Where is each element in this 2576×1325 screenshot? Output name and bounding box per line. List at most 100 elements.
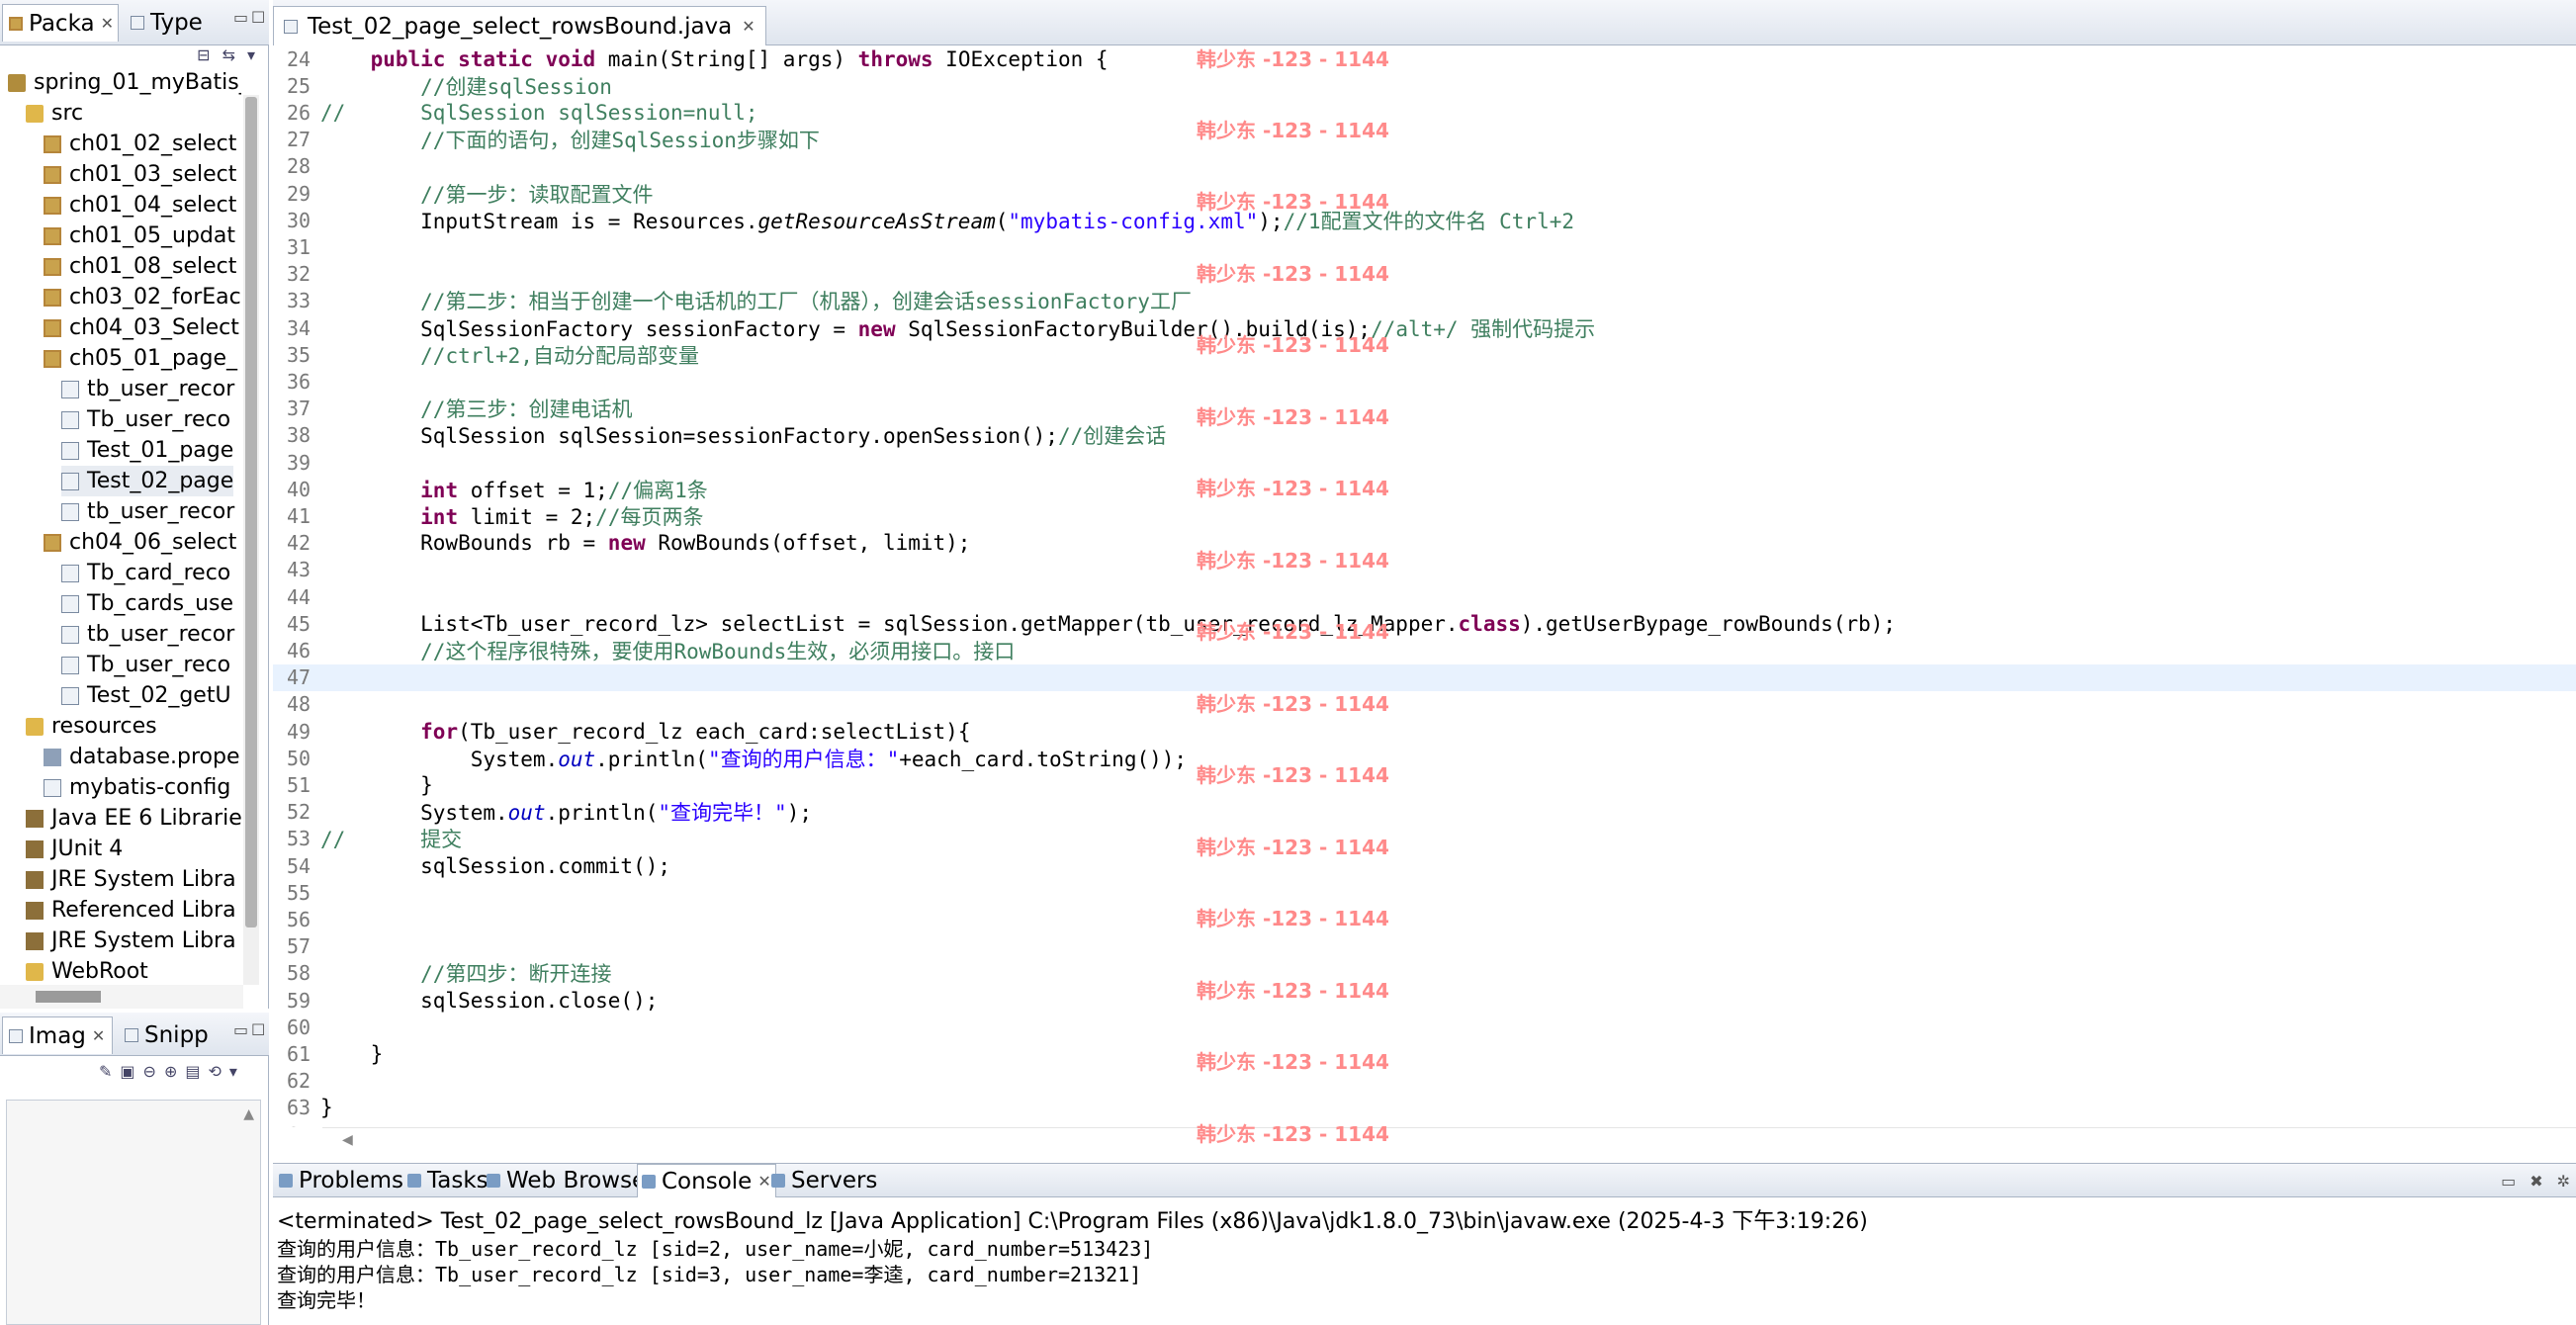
code-line[interactable]: 26 // SqlSession sqlSession=null; xyxy=(273,99,2576,126)
tree-item[interactable]: ch04_03_Select xyxy=(44,312,239,343)
zoom-out-icon[interactable]: ⊖ xyxy=(143,1062,156,1081)
tree-item[interactable]: tb_user_recor xyxy=(61,496,234,527)
code-line[interactable]: 37 //第三步：创建电话机 xyxy=(273,396,2576,422)
tab-package-explorer[interactable]: Packa ✕ xyxy=(2,4,119,42)
tree-item[interactable]: ch04_06_select xyxy=(44,527,236,558)
tree-item[interactable]: Tb_card_reco xyxy=(61,558,230,588)
close-icon[interactable]: ✕ xyxy=(101,14,114,33)
link-with-editor-icon[interactable]: ⇆ xyxy=(222,45,235,69)
code-line[interactable]: 41 int limit = 2;//每页两条 xyxy=(273,502,2576,529)
tree-item[interactable]: ch05_01_page_ xyxy=(44,343,237,374)
editor-horizontal-scrollbar[interactable]: ◀ xyxy=(322,1127,2576,1155)
code-line[interactable]: 34 SqlSessionFactory sessionFactory = ne… xyxy=(273,314,2576,341)
code-line[interactable]: 59 sqlSession.close(); xyxy=(273,987,2576,1014)
code-line[interactable]: 47 xyxy=(273,663,2576,691)
tree-item[interactable]: JRE System Libra xyxy=(26,926,236,956)
fit-icon[interactable]: ▣ xyxy=(120,1062,134,1081)
code-line[interactable]: 30 InputStream is = Resources.getResourc… xyxy=(273,207,2576,233)
code-line[interactable]: 45 List<Tb_user_record_lz> selectList = … xyxy=(273,610,2576,637)
tab-snippets[interactable]: Snipp xyxy=(119,1016,218,1054)
tree-item[interactable]: JUnit 4 xyxy=(26,834,123,864)
code-line[interactable]: 55 xyxy=(273,879,2576,906)
tree-item[interactable]: ch01_05_updat xyxy=(44,221,235,251)
tree-item[interactable]: mybatis-config xyxy=(44,772,230,803)
code-line[interactable]: 51 } xyxy=(273,771,2576,798)
tree-item[interactable]: spring_01_myBatis_ xyxy=(8,67,241,98)
editor-tab-active[interactable]: Test_02_page_select_rowsBound.java ✕ xyxy=(273,6,766,45)
code-line[interactable]: 27 //下面的语句，创建SqlSession步骤如下 xyxy=(273,127,2576,153)
tree-item[interactable]: Test_01_page xyxy=(61,435,233,466)
tree-item[interactable]: JRE System Libra xyxy=(26,864,236,895)
close-icon[interactable]: ✕ xyxy=(742,17,755,36)
code-line[interactable]: 44 xyxy=(273,583,2576,610)
minimize-icon[interactable]: ▭ xyxy=(2501,1172,2516,1191)
scroll-up-icon[interactable]: ▲ xyxy=(243,1106,254,1122)
code-line[interactable]: 42 RowBounds rb = new RowBounds(offset, … xyxy=(273,530,2576,557)
explorer-vertical-scrollbar[interactable] xyxy=(243,95,259,985)
tab-web-browser[interactable]: Web Browser xyxy=(483,1164,660,1197)
code-area[interactable]: 24 public static void main(String[] args… xyxy=(273,45,2576,1127)
code-line[interactable]: 25 //创建sqlSession xyxy=(273,72,2576,99)
code-line[interactable]: 50 System.out.println("查询的用户信息："+each_ca… xyxy=(273,745,2576,771)
explorer-horizontal-scrollbar[interactable] xyxy=(0,985,243,1009)
code-line[interactable]: 49 for(Tb_user_record_lz each_card:selec… xyxy=(273,718,2576,745)
minimize-icon[interactable]: ▭ xyxy=(233,1020,248,1039)
code-line[interactable]: 54 sqlSession.commit(); xyxy=(273,852,2576,879)
code-line[interactable]: 48 xyxy=(273,691,2576,718)
view-menu-icon[interactable]: ▾ xyxy=(229,1062,237,1081)
tree-item[interactable]: ch01_02_select xyxy=(44,129,236,159)
tree-item[interactable]: ch01_04_select xyxy=(44,190,236,221)
view-menu-icon[interactable]: ▾ xyxy=(247,45,255,69)
code-line[interactable]: 62 xyxy=(273,1068,2576,1095)
code-line[interactable]: 40 int offset = 1;//偏离1条 xyxy=(273,476,2576,502)
scroll-left-icon[interactable]: ◀ xyxy=(342,1132,353,1148)
maximize-icon[interactable]: ☐ xyxy=(251,1020,265,1039)
code-line[interactable]: 31 xyxy=(273,233,2576,260)
maximize-icon[interactable]: ☐ xyxy=(251,8,265,27)
tree-item[interactable]: Referenced Libra xyxy=(26,895,236,926)
tree-item[interactable]: Test_02_getU xyxy=(61,680,231,711)
code-line[interactable]: 58 //第四步：断开连接 xyxy=(273,960,2576,987)
code-line[interactable]: 52 System.out.println("查询完毕！"); xyxy=(273,799,2576,826)
tree-item[interactable]: database.prope xyxy=(44,742,239,772)
tab-console[interactable]: Console ✕ xyxy=(637,1164,776,1197)
code-line[interactable]: 36 xyxy=(273,368,2576,395)
code-line[interactable]: 29 //第一步：读取配置文件 xyxy=(273,180,2576,207)
tree-item[interactable]: tb_user_recor xyxy=(61,619,234,650)
code-line[interactable]: 60 xyxy=(273,1014,2576,1040)
code-line[interactable]: 53 // 提交 xyxy=(273,826,2576,852)
close-icon[interactable]: ✕ xyxy=(92,1026,105,1045)
code-line[interactable]: 43 xyxy=(273,557,2576,583)
code-line[interactable]: 33 //第二步：相当于创建一个电话机的工厂（机器），创建会话sessionFa… xyxy=(273,288,2576,314)
zoom-in-icon[interactable]: ⊕ xyxy=(164,1062,177,1081)
remove-all-icon[interactable]: ✲ xyxy=(2557,1172,2570,1191)
tree-item[interactable]: ch03_02_forEac xyxy=(44,282,241,312)
code-line[interactable]: 38 SqlSession sqlSession=sessionFactory.… xyxy=(273,422,2576,449)
code-line[interactable]: 32 xyxy=(273,261,2576,288)
code-line[interactable]: 39 xyxy=(273,449,2576,476)
remove-launch-icon[interactable]: ✖ xyxy=(2530,1172,2542,1191)
scroll-thumb[interactable] xyxy=(245,97,257,928)
tree-item[interactable]: ch01_03_select xyxy=(44,159,236,190)
code-line[interactable]: 28 xyxy=(273,153,2576,180)
pin-icon[interactable]: ✎ xyxy=(99,1062,112,1081)
tree-item[interactable]: WebRoot xyxy=(26,956,148,985)
scroll-thumb[interactable] xyxy=(36,991,101,1003)
tree-item[interactable]: Test_02_page xyxy=(61,466,234,496)
tree-item[interactable]: Tb_user_reco xyxy=(61,404,230,435)
tree-item[interactable]: ch01_08_select xyxy=(44,251,236,282)
original-size-icon[interactable]: ▤ xyxy=(185,1062,200,1081)
code-line[interactable]: 35 //ctrl+2,自动分配局部变量 xyxy=(273,341,2576,368)
tab-image[interactable]: Imag ✕ xyxy=(2,1016,113,1054)
code-line[interactable]: 61 } xyxy=(273,1040,2576,1067)
code-line[interactable]: 24 public static void main(String[] args… xyxy=(273,45,2576,72)
tree-item[interactable]: tb_user_recor xyxy=(61,374,234,404)
tree-item[interactable]: Java EE 6 Librarie xyxy=(26,803,241,834)
tab-tasks[interactable]: Tasks xyxy=(403,1164,492,1197)
tree-item[interactable]: Tb_user_reco xyxy=(61,650,230,680)
tree-item[interactable]: resources xyxy=(26,711,157,742)
tree-item[interactable]: src xyxy=(26,98,83,129)
tab-problems[interactable]: Problems xyxy=(275,1164,407,1197)
minimize-icon[interactable]: ▭ xyxy=(233,8,248,27)
rotate-icon[interactable]: ⟲ xyxy=(208,1062,221,1081)
